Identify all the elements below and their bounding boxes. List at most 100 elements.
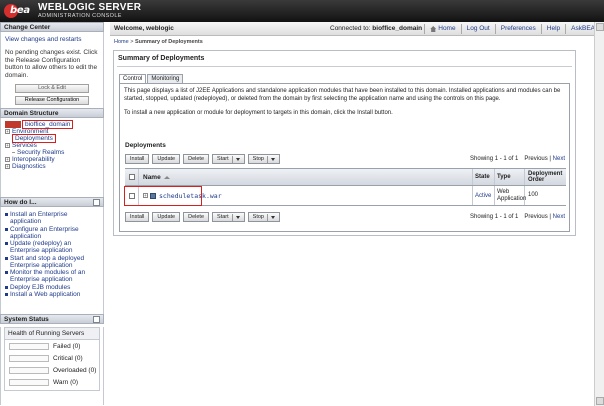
start-button[interactable]: Start (212, 154, 245, 164)
deployments-toolbar-bottom: Install Update Delete Start Stop (125, 212, 283, 222)
health-row-failed: Failed (0) (5, 340, 99, 352)
row-type: Web Application (495, 186, 526, 205)
tree-item-diagnostics[interactable]: + Diagnostics (5, 163, 99, 170)
tree-item-services[interactable]: + Services (5, 142, 99, 149)
help-link-label: Help (546, 25, 561, 32)
start-button-label: Start (217, 214, 229, 220)
howdo-item[interactable]: Configure an Enterprise application (5, 226, 99, 240)
paging-next[interactable]: Next (553, 156, 565, 162)
stop-button-label: Stop (252, 214, 264, 220)
vertical-scrollbar[interactable] (594, 22, 604, 406)
paging-previous: Previous (524, 156, 548, 162)
health-box: Health of Running Servers Failed (0) Cri… (4, 327, 100, 391)
health-row-overloaded: Overloaded (0) (5, 364, 99, 376)
breadcrumb: Home > Summary of Deployments (114, 39, 203, 45)
howdo-item[interactable]: Install a Web application (5, 291, 99, 298)
collapse-icon[interactable] (93, 316, 100, 323)
start-button-label: Start (217, 156, 229, 162)
domain-tree: bioffice_domain + Environment Deployments… (0, 118, 104, 193)
help-link[interactable]: Help (540, 24, 565, 34)
tree-item-interoperability[interactable]: + Interoperability (5, 156, 99, 163)
column-header-name[interactable]: Name (139, 169, 473, 185)
table-header: Name State Type Deployment Order (125, 169, 566, 186)
update-button[interactable]: Update (152, 154, 181, 164)
home-link[interactable]: Home (424, 24, 460, 34)
logo-text: bea (10, 5, 30, 16)
paging-showing: Showing 1 - 1 of 1 (470, 156, 519, 162)
lock-edit-button[interactable]: Lock & Edit (15, 84, 89, 93)
change-center-panel: View changes and restarts No pending cha… (0, 32, 104, 105)
paging-next[interactable]: Next (553, 214, 565, 220)
summary-panel: Summary of Deployments Control Monitorin… (113, 50, 576, 236)
tree-item-label: Interoperability (12, 156, 55, 163)
change-center-message: No pending changes exist. Click the Rele… (5, 49, 98, 79)
tree-root[interactable]: bioffice_domain (5, 120, 99, 129)
health-title: Health of Running Servers (5, 328, 99, 340)
update-button-bottom[interactable]: Update (152, 212, 181, 222)
connected-prefix: Connected to: (330, 25, 371, 32)
preferences-link[interactable]: Preferences (494, 24, 541, 34)
stop-button-label: Stop (252, 156, 264, 162)
scroll-up-icon[interactable] (596, 23, 604, 31)
expand-icon[interactable]: + (5, 164, 10, 169)
health-bar (9, 378, 49, 386)
install-button-bottom[interactable]: Install (125, 212, 150, 222)
howdo-item-label: Update (redeploy) an Enterprise applicat… (10, 240, 73, 254)
tree-item-label: Diagnostics (12, 163, 46, 170)
scroll-down-icon[interactable] (596, 397, 604, 405)
logout-link[interactable]: Log Out (460, 24, 495, 34)
start-button-bottom[interactable]: Start (212, 212, 245, 222)
health-bar (9, 354, 49, 362)
howdo-item[interactable]: Update (redeploy) an Enterprise applicat… (5, 240, 99, 254)
select-all-checkbox[interactable] (128, 174, 135, 180)
tree-dot (12, 152, 15, 153)
system-status-title-text: System Status (4, 316, 49, 323)
delete-button-bottom[interactable]: Delete (183, 212, 210, 222)
left-sidebar: Change Center View changes and restarts … (0, 22, 104, 406)
howdo-item-label: Configure an Enterprise application (10, 225, 79, 240)
home-icon (430, 26, 437, 32)
tree-item-deployments[interactable]: Deployments (5, 134, 99, 143)
expand-icon[interactable]: + (5, 143, 10, 148)
install-hint: To install a new application or module f… (124, 110, 393, 116)
howdo-item[interactable]: Deploy EJB modules (5, 284, 99, 291)
column-header-state[interactable]: State (473, 169, 495, 185)
title-divider (117, 66, 572, 67)
home-link-label: Home (438, 25, 456, 32)
annotation-highlight (124, 186, 202, 206)
chevron-down-icon (270, 157, 275, 161)
askbea-link-label: AskBEA (571, 25, 595, 32)
view-changes-link[interactable]: View changes and restarts (5, 36, 99, 43)
stop-button[interactable]: Stop (247, 154, 280, 164)
howdo-item[interactable]: Monitor the modules of an Enterprise app… (5, 269, 99, 283)
change-center-title: Change Center (0, 22, 104, 32)
chevron-down-icon (235, 215, 240, 219)
health-row-warn: Warn (0) (5, 376, 99, 388)
expand-icon[interactable]: + (5, 129, 10, 134)
paging-showing: Showing 1 - 1 of 1 (470, 214, 519, 220)
howdo-item-label: Start and stop a deployed Enterprise app… (10, 254, 85, 269)
system-status-title: System Status (0, 314, 104, 324)
column-header-type[interactable]: Type (495, 169, 525, 185)
chevron-down-icon (235, 157, 240, 161)
top-bar: Welcome, weblogic Connected to: bioffice… (110, 22, 604, 36)
domain-structure-title: Domain Structure (0, 108, 104, 118)
howdo-item[interactable]: Start and stop a deployed Enterprise app… (5, 255, 99, 269)
health-bar (9, 366, 49, 374)
breadcrumb-home[interactable]: Home (114, 39, 129, 45)
tree-item-security-realms[interactable]: Security Realms (5, 149, 99, 156)
expand-icon[interactable]: + (5, 157, 10, 162)
health-row-critical: Critical (0) (5, 352, 99, 364)
howdo-item-label: Install an Enterprise application (10, 211, 68, 225)
column-header-order[interactable]: Deployment Order (525, 169, 566, 185)
install-button[interactable]: Install (125, 154, 150, 164)
stop-button-bottom[interactable]: Stop (247, 212, 280, 222)
sort-icon (163, 175, 170, 179)
delete-button[interactable]: Delete (183, 154, 210, 164)
release-configuration-button[interactable]: Release Configuration (15, 96, 89, 105)
howdo-item-label: Monitor the modules of an Enterprise app… (10, 269, 86, 283)
column-name-label: Name (143, 173, 161, 181)
howdo-item[interactable]: Install an Enterprise application (5, 211, 99, 225)
collapse-icon[interactable] (93, 199, 100, 206)
howdo-item-label: Deploy EJB modules (10, 283, 71, 291)
